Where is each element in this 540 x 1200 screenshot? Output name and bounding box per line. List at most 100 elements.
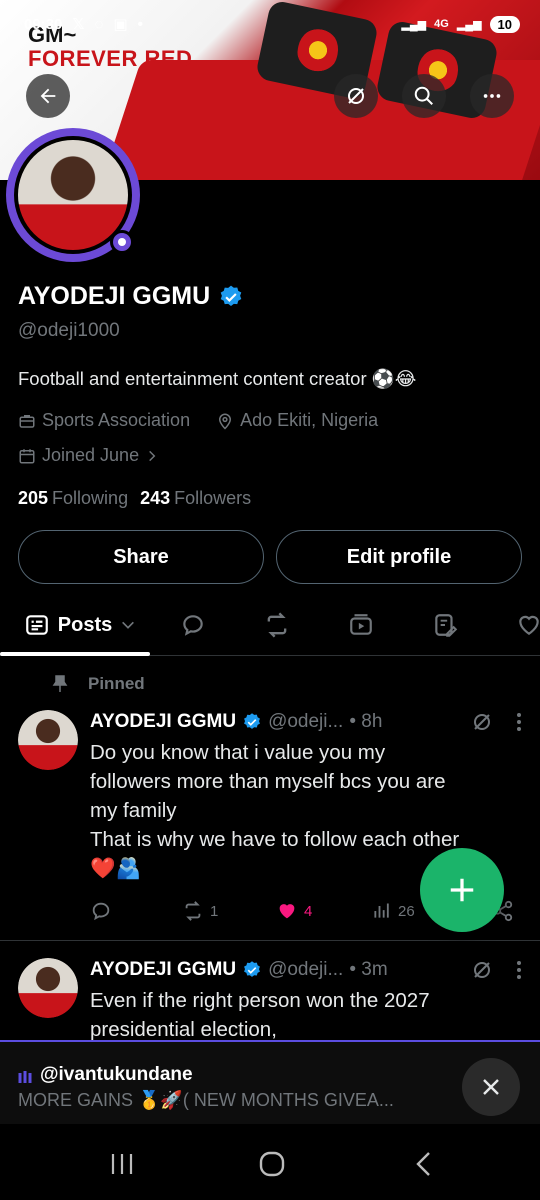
arrow-left-icon bbox=[40, 88, 56, 104]
avatar-image bbox=[18, 710, 78, 770]
calendar-icon bbox=[19, 448, 35, 463]
tab-likes[interactable] bbox=[504, 596, 540, 654]
recent-apps-button[interactable] bbox=[92, 1146, 152, 1182]
back-button[interactable] bbox=[26, 74, 70, 118]
grok-icon[interactable] bbox=[470, 710, 494, 734]
share-button[interactable]: Share bbox=[18, 530, 264, 584]
profile-joined[interactable]: Joined June bbox=[18, 445, 159, 466]
following-label: Following bbox=[52, 488, 129, 508]
verified-badge-icon[interactable] bbox=[218, 284, 244, 310]
category-label: Sports Association bbox=[42, 410, 191, 430]
grok-button[interactable] bbox=[334, 74, 378, 118]
profile-handle: @odeji1000 bbox=[18, 320, 120, 341]
profile-meta: Sports Association Ado Ekiti, Nigeria bbox=[18, 410, 378, 431]
views-count: 26 bbox=[398, 902, 415, 920]
search-button[interactable] bbox=[402, 74, 446, 118]
verified-badge-icon bbox=[244, 713, 260, 729]
chevron-right-icon bbox=[149, 450, 156, 461]
status-bar: 09:30 𝕏 ◌ ▣ • ▂▄▆ 4G ▂▄▆ 10 bbox=[24, 12, 520, 36]
location-pin-icon bbox=[219, 413, 232, 430]
repost-icon bbox=[267, 612, 287, 638]
screenshot-icon: ▣ bbox=[113, 16, 128, 33]
tab-posts-label: Posts bbox=[57, 613, 113, 636]
profile-location: Ado Ekiti, Nigeria bbox=[216, 410, 378, 431]
avatar-image bbox=[18, 958, 78, 1018]
followers-label: Followers bbox=[174, 488, 252, 508]
compose-button[interactable] bbox=[420, 848, 504, 932]
close-spaces-button[interactable] bbox=[462, 1058, 520, 1116]
post-header: AYODEJI GGMU @odeji... • 3m bbox=[90, 958, 522, 982]
video-icon bbox=[350, 614, 372, 635]
status-time: 09:30 bbox=[24, 15, 63, 33]
post-author-name[interactable]: AYODEJI GGMU bbox=[90, 711, 236, 733]
spaces-title: MORE GAINS 🥇🚀( NEW MONTHS GIVEA... bbox=[18, 1090, 394, 1110]
location-label: Ado Ekiti, Nigeria bbox=[240, 410, 379, 430]
more-vertical-icon[interactable] bbox=[516, 712, 522, 732]
badge-icon bbox=[118, 238, 126, 246]
followers-link[interactable]: 243 Followers bbox=[140, 488, 251, 509]
network-label: 4G bbox=[434, 18, 449, 30]
reply-icon bbox=[183, 615, 203, 636]
profile-tabs: Posts bbox=[0, 596, 540, 656]
following-count: 205 bbox=[18, 488, 49, 508]
repost-button[interactable]: 1 bbox=[182, 900, 276, 922]
plus-icon bbox=[450, 878, 474, 902]
repost-icon bbox=[185, 901, 201, 921]
following-link[interactable]: 205 Following bbox=[18, 488, 128, 509]
verified-badge-icon bbox=[244, 961, 260, 977]
pinned-text: Pinned bbox=[88, 674, 145, 693]
whatsapp-icon: ◌ bbox=[94, 15, 104, 33]
search-icon bbox=[414, 86, 433, 105]
back-nav-button[interactable] bbox=[394, 1146, 454, 1182]
signal-icon: ▂▄▆ bbox=[456, 18, 482, 31]
post-line: Do you know that i value you my bbox=[90, 741, 386, 764]
profile-name-text: AYODEJI GGMU bbox=[18, 282, 211, 310]
grok-icon bbox=[348, 88, 364, 104]
followers-count: 243 bbox=[140, 488, 171, 508]
like-button[interactable]: 4 bbox=[276, 900, 372, 922]
post-avatar[interactable] bbox=[18, 710, 78, 770]
signal-icon: ▂▄▆ bbox=[401, 18, 427, 31]
banner-text-forever-red: FOREVER RED bbox=[28, 46, 193, 71]
joined-label: Joined June bbox=[42, 445, 140, 465]
home-icon bbox=[259, 1151, 285, 1177]
post-author-handle: @odeji... bbox=[268, 959, 344, 980]
pin-icon bbox=[52, 675, 68, 692]
post-body[interactable]: Even if the right person won the 2027 pr… bbox=[90, 986, 530, 1044]
repost-count: 1 bbox=[210, 902, 219, 920]
follow-stats: 205 Following 243 Followers bbox=[18, 488, 251, 509]
post-line: followers more than myself bcs you are bbox=[90, 770, 446, 793]
chevron-left-icon bbox=[416, 1152, 430, 1176]
avatar-verified-badge bbox=[110, 230, 134, 254]
spaces-bar[interactable]: @ivantukundane MORE GAINS 🥇🚀( NEW MONTHS… bbox=[0, 1040, 540, 1124]
home-button[interactable] bbox=[242, 1146, 302, 1182]
system-nav-bar bbox=[0, 1124, 540, 1200]
edit-profile-button[interactable]: Edit profile bbox=[276, 530, 522, 584]
post-line: my family bbox=[90, 799, 177, 822]
post-avatar[interactable] bbox=[18, 958, 78, 1018]
post-line: Even if the right person won the 2027 bbox=[90, 989, 430, 1012]
tab-replies[interactable] bbox=[168, 596, 218, 654]
tab-media[interactable] bbox=[336, 596, 386, 654]
profile-category[interactable]: Sports Association bbox=[18, 410, 190, 431]
profile-name: AYODEJI GGMU bbox=[18, 282, 244, 311]
like-count: 4 bbox=[304, 902, 313, 920]
grok-icon[interactable] bbox=[470, 958, 494, 982]
chevron-down-icon bbox=[122, 621, 135, 629]
post-author-name[interactable]: AYODEJI GGMU bbox=[90, 959, 236, 981]
heart-icon bbox=[519, 615, 539, 635]
more-options-button[interactable] bbox=[470, 74, 514, 118]
tab-posts[interactable]: Posts bbox=[10, 596, 150, 654]
pinned-label: Pinned bbox=[52, 674, 145, 694]
profile-bio: Football and entertainment content creat… bbox=[18, 368, 417, 389]
posts-icon bbox=[25, 615, 48, 635]
briefcase-icon bbox=[19, 414, 35, 428]
tab-active-indicator bbox=[0, 652, 150, 656]
spaces-host: @ivantukundane bbox=[40, 1064, 193, 1085]
more-vertical-icon[interactable] bbox=[516, 960, 522, 980]
tab-reposts[interactable] bbox=[252, 596, 302, 654]
post-header: AYODEJI GGMU @odeji... • 8h bbox=[90, 710, 522, 734]
tab-articles[interactable] bbox=[420, 596, 470, 654]
reply-button[interactable] bbox=[90, 900, 182, 922]
audio-bars-icon bbox=[18, 1071, 32, 1083]
